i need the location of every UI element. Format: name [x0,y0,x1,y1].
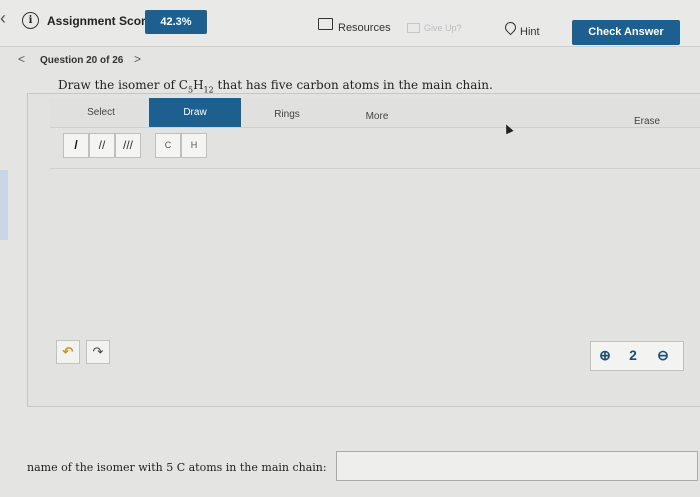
tool-row [50,128,700,169]
hint-button[interactable]: Hint [520,26,540,38]
give-up-icon [407,23,420,33]
back-chevron[interactable]: ‹ [0,8,6,29]
carbon-atom-tool[interactable]: C [155,133,181,158]
double-bond-tool[interactable]: // [89,133,115,158]
left-edge-strip [0,170,8,240]
info-icon[interactable]: i [22,12,39,29]
prev-question-icon[interactable]: < [18,52,25,66]
resources-icon[interactable] [318,18,333,30]
zoom-reset-icon[interactable]: 2 [622,345,644,365]
check-answer-button[interactable]: Check Answer [572,20,680,45]
assignment-score-badge: 42.3% [145,10,207,34]
redo-icon[interactable]: ↷ [86,340,110,364]
question-text: Draw the isomer of C5H12 that has five c… [58,78,493,95]
next-question-icon[interactable]: > [134,52,141,66]
isomer-name-input[interactable] [336,451,698,481]
give-up-button[interactable]: Give Up? [424,23,462,33]
question-counter: Question 20 of 26 [40,55,124,66]
tab-select[interactable]: Select [60,98,142,127]
undo-icon[interactable]: ↶ [56,340,80,364]
answer-label: name of the isomer with 5 C atoms in the… [27,461,327,474]
tab-more[interactable]: More [335,102,419,131]
resources-button[interactable]: Resources [338,22,391,34]
assignment-score-label: Assignment Score: [47,14,157,28]
tab-rings[interactable]: Rings [245,100,329,129]
zoom-in-icon[interactable]: ⊕ [594,345,616,365]
hydrogen-atom-tool[interactable]: H [181,133,207,158]
zoom-out-icon[interactable]: ⊖ [652,345,674,365]
single-bond-tool[interactable]: / [63,133,89,158]
triple-bond-tool[interactable]: /// [115,133,141,158]
tab-draw[interactable]: Draw [149,98,241,127]
